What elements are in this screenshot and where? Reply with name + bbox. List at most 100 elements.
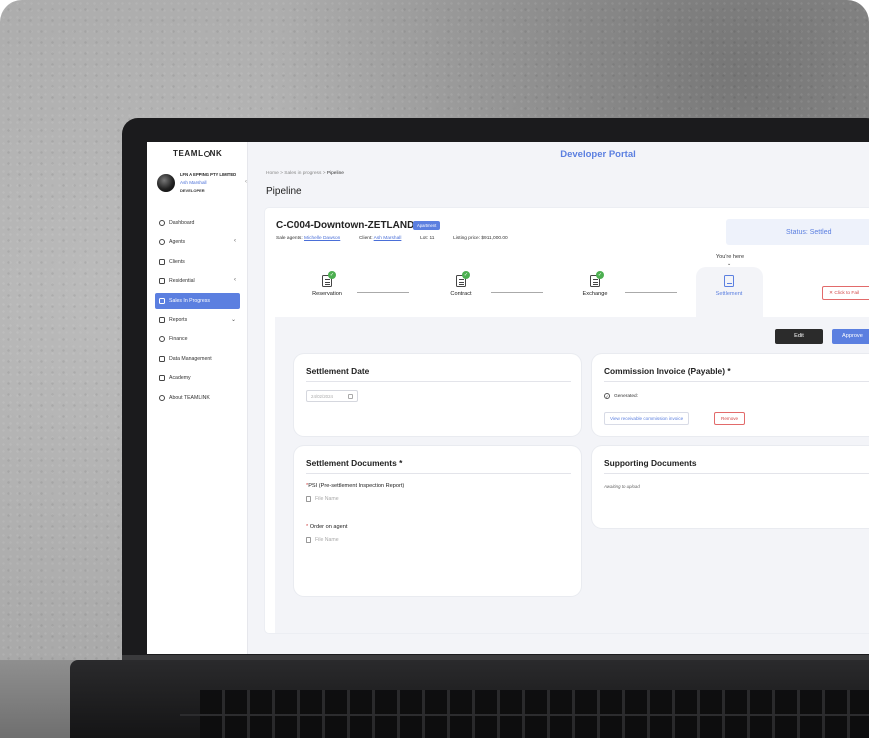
sale-agent-link[interactable]: Michelle Dawson — [304, 236, 340, 241]
property-type-badge: Apartment — [413, 221, 441, 230]
supporting-documents-panel: Supporting Documents Awaiting to upload — [592, 446, 869, 528]
breadcrumb-home[interactable]: Home — [266, 171, 279, 176]
status-badge: Status: Settled — [726, 219, 869, 245]
divider — [306, 473, 571, 474]
step-settlement[interactable]: Settlement — [699, 275, 759, 297]
psi-file-upload[interactable]: File Name — [306, 496, 339, 502]
panel-title: Settlement Date — [306, 366, 370, 376]
sidebar-item-finance[interactable]: Finance — [155, 331, 240, 347]
user-role: DEVELOPER — [180, 188, 205, 193]
sidebar-item-residential[interactable]: Residential ‹ — [155, 273, 240, 289]
breadcrumb-separator: > — [280, 171, 283, 176]
laptop-screen: TEAML NK LFN A EPPING PTY LIMITED Ash Mar… — [147, 142, 869, 654]
deal-id: C-C004-Downtown-ZETLAND — [276, 220, 415, 231]
teamlink-logo[interactable]: TEAML NK — [173, 149, 222, 158]
chevron-left-icon: ‹ — [234, 238, 236, 245]
sidebar-item-label: Clients — [169, 258, 185, 265]
step-exchange[interactable]: ✓ Exchange — [565, 271, 625, 297]
dashboard-icon — [159, 220, 165, 226]
sidebar-nav: Dashboard Agents ‹ Clients Residential ‹… — [155, 215, 240, 409]
panel-title: Commission Invoice (Payable) * — [604, 366, 731, 376]
commission-invoice-panel: Commission Invoice (Payable) * ✓ Generat… — [592, 354, 869, 436]
document-icon: ✓ — [456, 271, 470, 287]
generated-label: Generated: — [614, 393, 639, 399]
sidebar-item-sales-in-progress[interactable]: Sales In Progress — [155, 292, 240, 309]
sidebar-item-label: Data Management — [169, 355, 212, 362]
psi-document-label: *PSI (Pre-settlement Inspection Report) — [306, 483, 405, 489]
click-to-fail-button[interactable]: ✕ Click to Fail — [822, 286, 869, 300]
deal-meta: Sale agents: Michelle Dawson Client: Ash… — [276, 236, 508, 241]
settlement-date-input[interactable]: 24/02/2024 — [306, 390, 358, 402]
step-connector — [625, 292, 677, 293]
agents-icon — [159, 239, 165, 246]
remove-invoice-button[interactable]: Remove — [714, 412, 746, 425]
main-area: Developer Portal Home > Sales in progres… — [248, 142, 869, 654]
sidebar-item-reports[interactable]: Reports ⌄ — [155, 312, 240, 328]
user-name-link[interactable]: Ash Marshall — [180, 180, 207, 185]
avatar[interactable] — [157, 174, 175, 192]
youre-here-label: You're here — [715, 254, 745, 260]
check-icon: ✓ — [328, 271, 336, 279]
clients-icon — [159, 258, 165, 265]
view-commission-invoice-button[interactable]: View receivable commission invoice — [604, 412, 690, 425]
sidebar-item-label: Agents — [169, 239, 186, 246]
sidebar-item-label: Academy — [169, 375, 191, 382]
sales-icon — [159, 297, 165, 304]
lot-label: Lot: — [420, 236, 429, 241]
academy-icon — [159, 375, 165, 382]
data-icon — [159, 355, 165, 362]
upload-status: Awaiting to upload — [604, 484, 640, 489]
pipeline-stepper: You're here ⌄ ✓ Reservation ✓ Contract ✓… — [265, 253, 869, 317]
sidebar-item-label: About TEAMLINK — [169, 394, 210, 401]
approve-button[interactable]: Approve — [832, 329, 869, 344]
about-icon — [159, 394, 165, 401]
chevron-down-icon: ⌄ — [230, 316, 236, 323]
document-icon: ✓ — [590, 271, 604, 287]
breadcrumb-separator: > — [322, 171, 326, 176]
breadcrumb: Home > Sales in progress > Pipeline — [266, 171, 344, 176]
step-label: Exchange — [582, 291, 608, 297]
sidebar-item-data-management[interactable]: Data Management — [155, 351, 240, 367]
date-value: 24/02/2024 — [311, 394, 333, 399]
panel-title: Settlement Documents * — [306, 458, 403, 468]
page-title: Pipeline — [266, 186, 302, 197]
portal-title: Developer Portal — [560, 149, 636, 160]
file-icon — [306, 496, 311, 502]
document-icon: ✓ — [322, 271, 336, 287]
step-label: Reservation — [312, 291, 342, 297]
settlement-pen-icon — [724, 275, 734, 287]
sidebar-item-dashboard[interactable]: Dashboard — [155, 215, 240, 231]
step-contract[interactable]: ✓ Contract — [431, 271, 491, 297]
organisation-name: LFN A EPPING PTY LIMITED — [180, 172, 237, 177]
sidebar-item-label: Residential — [169, 278, 195, 285]
edit-button[interactable]: Edit — [775, 329, 823, 344]
chevron-down-icon: ⌄ — [727, 261, 732, 267]
breadcrumb-sales[interactable]: Sales in progress — [284, 171, 321, 176]
sidebar-item-clients[interactable]: Clients — [155, 254, 240, 270]
sidebar-item-academy[interactable]: Academy — [155, 370, 240, 386]
step-reservation[interactable]: ✓ Reservation — [297, 271, 357, 297]
order-on-agent-file-upload[interactable]: File Name — [306, 537, 339, 543]
keyboard-row-divider — [180, 714, 869, 716]
check-icon: ✓ — [462, 271, 470, 279]
file-name: File Name — [315, 537, 339, 543]
check-icon: ✓ — [596, 271, 604, 279]
panel-title: Supporting Documents — [604, 458, 697, 468]
client-link[interactable]: Ash Marshall — [374, 236, 402, 241]
sidebar-item-label: Sales In Progress — [169, 297, 210, 304]
sidebar-item-agents[interactable]: Agents ‹ — [155, 234, 240, 250]
sidebar-item-label: Finance — [169, 336, 188, 343]
step-label: Settlement — [715, 291, 743, 297]
file-icon — [306, 537, 311, 543]
collapse-sidebar-icon[interactable]: ‹ — [245, 179, 247, 185]
listing-price-label: Listing price: — [453, 236, 481, 241]
sidebar-item-about[interactable]: About TEAMLINK — [155, 390, 240, 406]
residential-icon — [159, 278, 165, 285]
step-connector — [357, 292, 409, 293]
client-label: Client: — [358, 236, 373, 241]
divider — [604, 381, 869, 382]
lot-value: 11 — [429, 236, 435, 241]
step-connector — [491, 292, 543, 293]
settlement-date-panel: Settlement Date 24/02/2024 — [294, 354, 581, 436]
generated-status: ✓ Generated: — [604, 393, 638, 399]
